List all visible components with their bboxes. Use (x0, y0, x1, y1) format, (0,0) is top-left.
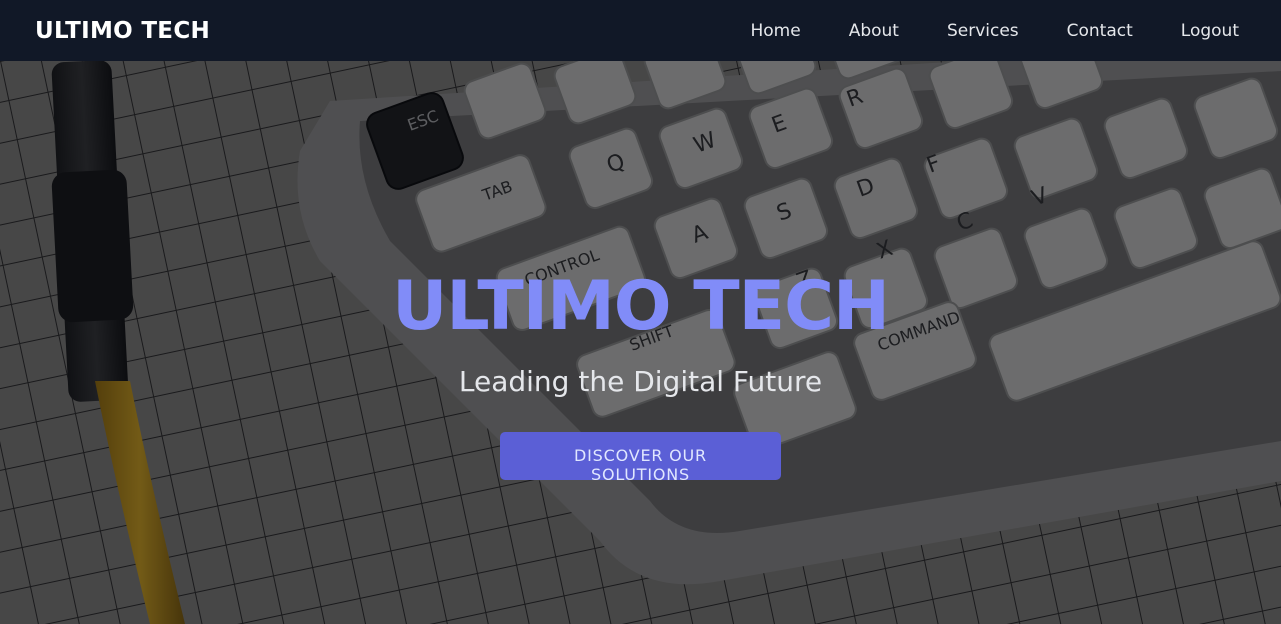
discover-solutions-button[interactable]: DISCOVER OUR SOLUTIONS (500, 432, 781, 484)
hero-content: ULTIMO TECH Leading the Digital Future D… (0, 61, 1281, 624)
hero-title: ULTIMO TECH (392, 267, 890, 346)
nav-link-about[interactable]: About (849, 15, 899, 47)
hero-section: ESC TAB CONTROL SHIFT COMMAND Q W E R A … (0, 61, 1281, 624)
nav-link-logout[interactable]: Logout (1181, 15, 1239, 47)
nav-link-contact[interactable]: Contact (1067, 15, 1133, 47)
nav-link-services[interactable]: Services (947, 15, 1019, 47)
nav-link-home[interactable]: Home (750, 15, 800, 47)
nav-links: Home About Services Contact Logout (750, 15, 1263, 47)
top-navbar: ULTIMO TECH Home About Services Contact … (0, 0, 1281, 61)
brand-logo[interactable]: ULTIMO TECH (35, 18, 210, 44)
hero-subtitle: Leading the Digital Future (458, 365, 823, 398)
